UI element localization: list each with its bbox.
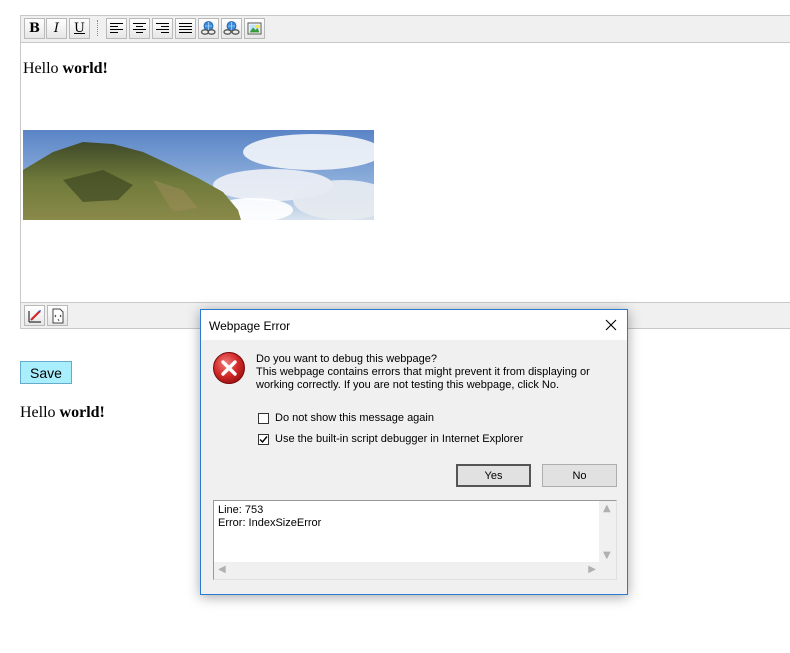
- bold-icon: B: [29, 21, 40, 36]
- align-justify-icon: [179, 23, 192, 33]
- align-justify-button[interactable]: [175, 18, 196, 39]
- italic-button[interactable]: I: [46, 18, 67, 39]
- rich-text-editor: B I U Hello world!: [20, 15, 790, 329]
- align-right-icon: [156, 23, 169, 33]
- html-source-button[interactable]: [47, 305, 68, 326]
- dont-show-label: Do not show this message again: [275, 412, 434, 424]
- remove-link-button[interactable]: [221, 18, 242, 39]
- details-horizontal-scrollbar[interactable]: ◀ ▶: [214, 562, 616, 579]
- webpage-error-dialog: Webpage Error Do you want to debug this …: [200, 309, 628, 595]
- align-left-icon: [110, 23, 123, 33]
- align-right-button[interactable]: [152, 18, 173, 39]
- dialog-title: Webpage Error: [209, 319, 291, 333]
- dialog-message-line1: This webpage contains errors that might …: [256, 366, 590, 378]
- bold-button[interactable]: B: [24, 18, 45, 39]
- error-details-box[interactable]: Line: 753 Error: IndexSizeError ▲ ▼ ◀ ▶: [213, 500, 617, 580]
- italic-icon: I: [53, 21, 60, 36]
- html-source-icon: [52, 308, 63, 323]
- align-center-button[interactable]: [129, 18, 150, 39]
- save-button[interactable]: Save: [20, 361, 72, 384]
- scroll-right-icon[interactable]: ▶: [588, 564, 596, 575]
- preview-text: Hello world!: [20, 404, 105, 421]
- debugger-checkbox-row[interactable]: Use the built-in script debugger in Inte…: [258, 433, 523, 445]
- close-button[interactable]: [601, 315, 621, 335]
- insert-image-button[interactable]: [244, 18, 265, 39]
- dialog-message: Do you want to debug this webpage? This …: [256, 353, 621, 392]
- landscape-image: [23, 130, 374, 220]
- details-vertical-scrollbar[interactable]: ▲ ▼: [599, 501, 616, 562]
- error-type: Error: IndexSizeError: [218, 517, 322, 529]
- yes-button[interactable]: Yes: [456, 464, 531, 487]
- insert-link-button[interactable]: [198, 18, 219, 39]
- scroll-down-icon[interactable]: ▼: [603, 550, 611, 561]
- underline-icon: U: [74, 21, 85, 36]
- dialog-message-line2: working correctly. If you are not testin…: [256, 379, 560, 391]
- error-details-text: Line: 753 Error: IndexSizeError: [218, 504, 321, 530]
- scroll-left-icon[interactable]: ◀: [218, 564, 226, 575]
- design-mode-button[interactable]: [24, 305, 45, 326]
- close-icon: [605, 319, 617, 331]
- error-icon: [213, 352, 245, 384]
- debugger-checkbox[interactable]: [258, 433, 269, 445]
- checkmark-icon: [259, 435, 268, 443]
- editor-text: Hello world!: [23, 60, 108, 77]
- insert-image-icon: [247, 22, 262, 35]
- design-mode-icon: [27, 309, 41, 323]
- remove-link-icon: [223, 21, 240, 35]
- no-button[interactable]: No: [542, 464, 617, 487]
- dialog-titlebar[interactable]: Webpage Error: [201, 310, 627, 340]
- toolbar-separator: [97, 20, 99, 36]
- align-left-button[interactable]: [106, 18, 127, 39]
- error-line-number: Line: 753: [218, 504, 264, 516]
- align-center-icon: [133, 23, 146, 33]
- debugger-label: Use the built-in script debugger in Inte…: [275, 433, 524, 445]
- scroll-up-icon[interactable]: ▲: [603, 503, 611, 514]
- dont-show-checkbox-row[interactable]: Do not show this message again: [258, 412, 434, 424]
- underline-button[interactable]: U: [69, 18, 90, 39]
- dialog-question: Do you want to debug this webpage?: [256, 353, 438, 365]
- editor-toolbar: B I U: [21, 16, 790, 43]
- insert-link-icon: [200, 21, 216, 35]
- dont-show-checkbox[interactable]: [258, 412, 269, 424]
- editor-content-area[interactable]: Hello world!: [21, 43, 790, 304]
